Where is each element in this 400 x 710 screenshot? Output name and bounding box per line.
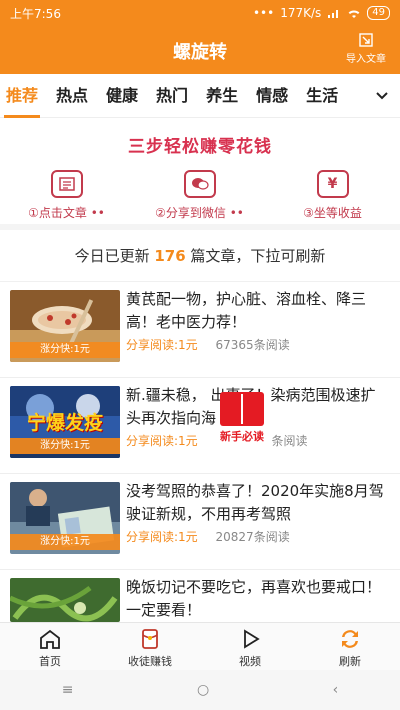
- red-book-icon: [220, 392, 264, 426]
- promo-banner[interactable]: 三步轻松赚零花钱 ①点击文章 •• ②分享到微信 •• ¥ ③坐等收益: [0, 118, 400, 230]
- promo-step-click: ①点击文章 ••: [0, 170, 133, 221]
- home-circle-icon[interactable]: ○: [197, 682, 209, 698]
- tab-emotion[interactable]: 情感: [256, 74, 288, 118]
- red-envelope-icon: [142, 629, 158, 649]
- nav-label: 首页: [39, 655, 61, 668]
- nav-home[interactable]: 首页: [0, 623, 100, 670]
- thumbnail-badge: 涨分快:1元: [10, 438, 120, 454]
- wifi-icon: [348, 10, 360, 18]
- home-icon: [40, 629, 60, 649]
- nav-recruit[interactable]: 收徒赚钱: [100, 623, 200, 670]
- read-count: 条阅读: [271, 434, 308, 448]
- promo-step-label: ②分享到微信 ••: [155, 206, 244, 220]
- import-label: 导入文章: [346, 54, 386, 65]
- share-reward[interactable]: 分享阅读:1元: [126, 530, 198, 544]
- wechat-icon: [183, 170, 216, 198]
- signal-icon: [328, 10, 339, 18]
- thumbnail-badge: 涨分快:1元: [10, 534, 120, 550]
- article-title[interactable]: 黄芪配一物，护心脏、溶血栓、降三高！老中医力荐！: [126, 288, 390, 334]
- article-meta: 分享阅读:1元 67365条阅读: [126, 336, 290, 353]
- menu-icon[interactable]: ≡: [62, 682, 74, 698]
- status-dots: •••: [252, 6, 275, 20]
- article-item[interactable]: 涨分快:1元 没考驾照的恭喜了！2020年实施8月驾驶证新规，不用再考驾照 分享…: [0, 474, 400, 570]
- refresh-icon: [342, 630, 358, 648]
- nav-label: 刷新: [339, 655, 361, 668]
- article-count: 176: [154, 247, 186, 265]
- promo-headline: 三步轻松赚零花钱: [128, 137, 272, 157]
- tab-recommend[interactable]: 推荐: [3, 74, 41, 118]
- nav-refresh[interactable]: 刷新: [300, 623, 400, 670]
- thumbnail-overlay-text: 宁爆发疫: [26, 412, 103, 434]
- yen-icon: ¥: [316, 170, 349, 198]
- update-notice: 今日已更新 176 篇文章，下拉可刷新: [0, 230, 400, 282]
- promo-step-share: ②分享到微信 ••: [133, 170, 266, 221]
- article-icon: [50, 170, 83, 198]
- promo-step-label: ①点击文章 ••: [28, 206, 105, 220]
- battery-indicator: 49: [367, 6, 390, 20]
- tab-popular[interactable]: 热门: [156, 74, 188, 118]
- import-article-button[interactable]: 导入文章: [340, 32, 392, 65]
- article-title[interactable]: 没考驾照的恭喜了！2020年实施8月驾驶证新规，不用再考驾照: [126, 480, 390, 526]
- chevron-down-icon[interactable]: [374, 88, 390, 104]
- notice-suffix: 篇文章，下拉可刷新: [185, 247, 326, 265]
- tab-hot[interactable]: 热点: [56, 74, 88, 118]
- app-header: 螺旋转 导入文章: [0, 26, 400, 74]
- new-user-guide-button[interactable]: 新手必读: [212, 392, 272, 452]
- network-speed: 177K/s: [280, 6, 322, 20]
- bottom-nav: 首页 收徒赚钱 视频 刷新: [0, 622, 400, 670]
- promo-step-earn: ¥ ③坐等收益: [266, 170, 399, 221]
- nav-label: 收徒赚钱: [128, 655, 172, 668]
- import-icon: [359, 33, 373, 47]
- new-user-guide-label: 新手必读: [212, 428, 272, 444]
- article-item[interactable]: 宁爆发疫 涨分快:1元 新.疆未稳， 出事了！染病范围极速扩 头再次指向海 分享…: [0, 378, 400, 474]
- system-nav-bar: ≡ ○ ‹: [0, 670, 400, 710]
- tab-health[interactable]: 健康: [106, 74, 138, 118]
- notice-prefix: 今日已更新: [74, 247, 155, 265]
- thumbnail-badge: 涨分快:1元: [10, 342, 120, 358]
- status-bar: 上午7:56 ••• 177K/s 49: [0, 0, 400, 26]
- nav-video[interactable]: 视频: [200, 623, 300, 670]
- read-count: 67365条阅读: [215, 338, 290, 352]
- promo-steps: ①点击文章 •• ②分享到微信 •• ¥ ③坐等收益: [0, 170, 400, 221]
- article-thumbnail: [10, 578, 120, 622]
- nav-label: 视频: [239, 655, 261, 668]
- category-tabs: 推荐 热点 健康 热门 养生 情感 生活: [0, 74, 400, 118]
- tab-life[interactable]: 生活: [306, 74, 338, 118]
- article-meta: 分享阅读:1元 20827条阅读: [126, 528, 290, 545]
- share-reward[interactable]: 分享阅读:1元: [126, 434, 198, 448]
- promo-step-label: ③坐等收益: [303, 206, 362, 220]
- status-right: ••• 177K/s 49: [253, 6, 390, 20]
- status-time: 上午7:56: [10, 6, 61, 21]
- article-title[interactable]: 晚饭切记不要吃它，再喜欢也要戒口！一定要看！: [126, 576, 390, 622]
- read-count: 20827条阅读: [215, 530, 290, 544]
- article-item[interactable]: 晚饭切记不要吃它，再喜欢也要戒口！一定要看！: [0, 570, 400, 622]
- back-icon[interactable]: ‹: [333, 682, 339, 698]
- share-reward[interactable]: 分享阅读:1元: [126, 338, 198, 352]
- article-item[interactable]: 涨分快:1元 黄芪配一物，护心脏、溶血栓、降三高！老中医力荐！ 分享阅读:1元 …: [0, 282, 400, 378]
- tab-wellness[interactable]: 养生: [206, 74, 238, 118]
- play-icon: [244, 629, 260, 649]
